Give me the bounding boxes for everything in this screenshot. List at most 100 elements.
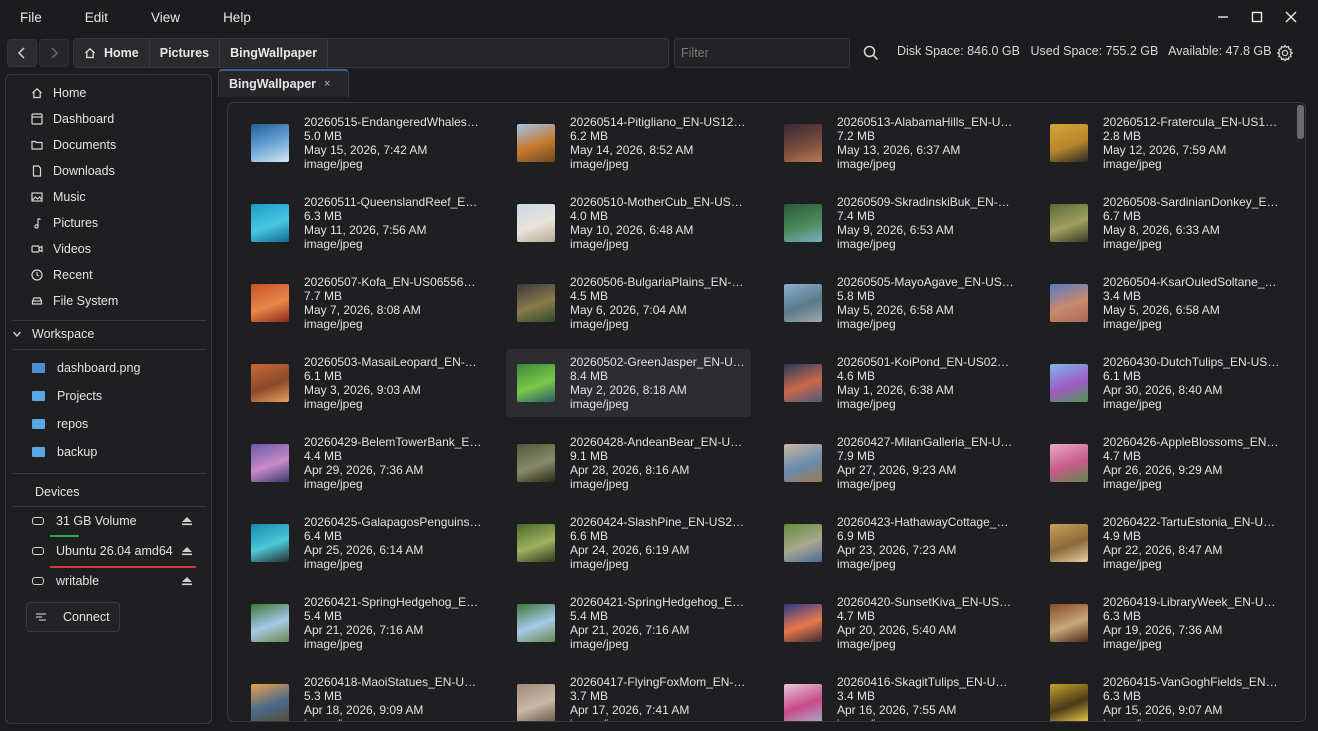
eject-icon[interactable] — [181, 576, 193, 586]
file-tile[interactable]: 20260416-SkagitTulips_EN-US12.jpg3.4 MBA… — [773, 669, 1018, 721]
filter-input[interactable] — [681, 46, 843, 60]
file-tile[interactable]: 20260509-SkradinskiBuk_EN-US.jpg 7.4 MB Ma… — [773, 189, 1018, 257]
vertical-scrollbar[interactable] — [1297, 105, 1304, 139]
sidebar-item-file-system[interactable]: File System — [6, 289, 211, 313]
file-meta: 20260422-TartuEstonia_EN-US.jpg 4.9 MB Apr… — [1103, 515, 1281, 571]
sidebar-item-music[interactable]: Music — [6, 185, 211, 209]
file-tile[interactable]: 20260420-SunsetKiva_EN-US123.jpg4.7 MBAp… — [773, 589, 1018, 657]
file-tile[interactable]: 20260506-BulgariaPlains_EN-US.jpg 4.5 MB M… — [506, 269, 751, 337]
file-tile[interactable]: 20260429-BelemTowerBank_EN-US.jpg4.4 MBA… — [240, 429, 485, 497]
maximize-button[interactable] — [1240, 0, 1274, 34]
file-type: image/jpeg — [1103, 637, 1162, 651]
sidebar-divider — [12, 506, 206, 507]
image-thumbnail — [251, 684, 289, 721]
image-thumbnail — [517, 204, 555, 242]
file-tile[interactable]: 20260508-SardinianDonkey_EN-US.jpg6.7 MB… — [1039, 189, 1284, 257]
file-name: 20260502-GreenJasper_EN-US123.jpg — [570, 355, 748, 369]
file-tile[interactable]: 20260512-Fratercula_EN-US12345.jpg2.8 MB… — [1039, 109, 1284, 177]
sidebar-item-documents[interactable]: Documents — [6, 133, 211, 157]
file-size: 5.0 MB — [304, 129, 343, 143]
file-type: image/jpeg — [304, 157, 363, 171]
image-thumbnail — [784, 604, 822, 642]
file-tile[interactable]: 20260415-VanGoghFields_EN-US.jpg6.3 MBAp… — [1039, 669, 1284, 721]
breadcrumb-pictures[interactable]: Pictures — [149, 39, 221, 67]
file-tile[interactable]: 20260419-LibraryWeek_EN-US12.jpg6.3 MBAp… — [1039, 589, 1284, 657]
search-button[interactable] — [858, 40, 884, 66]
settings-button[interactable] — [1272, 40, 1298, 66]
disk-space: Disk Space: 846.0 GB — [897, 44, 1020, 58]
file-tile[interactable]: 20260418-MaoiStatues_EN-US12.jpg5.3 MBAp… — [240, 669, 485, 721]
file-tile[interactable]: 20260424-SlashPine_EN-US2345.jpg6.6 MBAp… — [506, 509, 751, 577]
file-tile[interactable]: 20260514-Pitigliano_EN-US12345.jpg6.2 MB… — [506, 109, 751, 177]
file-type: image/jpeg — [837, 237, 896, 251]
menu-file[interactable]: File — [0, 10, 57, 25]
file-tile[interactable]: 20260504-KsarOuledSoltane_EN.jpg 3.4 MB Ma… — [1039, 269, 1284, 337]
file-tile[interactable]: 20260426-AppleBlossoms_EN-US.jpg4.7 MBAp… — [1039, 429, 1284, 497]
workspace-item-backup[interactable]: backup — [6, 440, 211, 464]
file-tile[interactable]: 20260511-QueenslandReef_EN-US.jpg6.3 MBM… — [240, 189, 485, 257]
file-type: image/jpeg — [1103, 157, 1162, 171]
image-thumbnail — [1050, 124, 1088, 162]
sidebar-item-home[interactable]: Home — [6, 81, 211, 105]
sidebar-item-recent[interactable]: Recent — [6, 263, 211, 287]
file-tile[interactable]: 20260510-MotherCub_EN-US12345.jpg4.0 MBM… — [506, 189, 751, 257]
close-icon — [1285, 11, 1297, 23]
menu-view[interactable]: View — [123, 10, 195, 25]
file-tile[interactable]: 20260417-FlyingFoxMom_EN-US.jpg3.7 MBApr… — [506, 669, 751, 721]
disk-info: Disk Space: 846.0 GB Used Space: 755.2 G… — [897, 44, 1278, 58]
file-name: 20260424-SlashPine_EN-US2345.jpg — [570, 515, 748, 529]
file-tile[interactable]: 20260505-MayoAgave_EN-US123.jpg5.8 MBMay… — [773, 269, 1018, 337]
minimize-button[interactable] — [1206, 0, 1240, 34]
menu-edit[interactable]: Edit — [57, 10, 123, 25]
forward-button[interactable] — [39, 39, 69, 67]
close-tab-icon[interactable]: × — [324, 78, 330, 90]
tab-bingwallpaper[interactable]: BingWallpaper × — [218, 69, 349, 97]
file-date: Apr 20, 2026, 5:40 AM — [837, 623, 957, 637]
file-tile[interactable]: 20260422-TartuEstonia_EN-US.jpg 4.9 MB Apr… — [1039, 509, 1284, 577]
breadcrumb-home[interactable]: Home — [74, 39, 150, 67]
connect-button[interactable]: Connect — [26, 602, 120, 632]
chevron-down-icon — [12, 331, 22, 338]
file-meta: 20260421-SpringHedgehog_EN-US.jpg5.4 MBA… — [304, 595, 482, 651]
workspace-header[interactable]: Workspace — [6, 322, 211, 346]
chevron-left-icon — [17, 47, 25, 59]
device-31gb-volume[interactable]: 31 GB Volume — [6, 509, 211, 533]
file-tile[interactable]: 20260507-Kofa_EN-US06556123.jpg7.7 MBMay… — [240, 269, 485, 337]
sidebar-item-videos[interactable]: Videos — [6, 237, 211, 261]
file-tile[interactable]: 20260428-AndeanBear_EN-US123.jpg9.1 MBAp… — [506, 429, 751, 497]
file-type: image/jpeg — [304, 717, 482, 721]
file-size: 6.3 MB — [1103, 689, 1142, 703]
image-thumbnail — [784, 364, 822, 402]
file-tile[interactable]: 20260427-MilanGalleria_EN-US123.jpg7.9 M… — [773, 429, 1018, 497]
device-writable[interactable]: writable — [6, 569, 211, 593]
back-button[interactable] — [7, 39, 37, 67]
menu-help[interactable]: Help — [195, 10, 266, 25]
file-tile[interactable]: 20260430-DutchTulips_EN-US123.jpg6.1 MBA… — [1039, 349, 1284, 417]
image-thumbnail — [251, 124, 289, 162]
breadcrumb-bingwallpaper[interactable]: BingWallpaper — [220, 39, 329, 67]
workspace-item-projects[interactable]: Projects — [6, 384, 211, 408]
filter-field[interactable] — [674, 38, 850, 68]
file-meta: 20260513-AlabamaHills_EN-US.jpg 7.2 MB May… — [837, 115, 1015, 171]
file-tile[interactable]: 20260515-EndangeredWhales_EN-US.jpg5.0 M… — [240, 109, 485, 177]
device-ubuntu-26-04[interactable]: Ubuntu 26.04 amd64 — [6, 539, 211, 563]
workspace-item-repos[interactable]: repos — [6, 412, 211, 436]
sidebar-item-downloads[interactable]: Downloads — [6, 159, 211, 183]
file-date: Apr 21, 2026, 7:16 AM — [304, 623, 424, 637]
sidebar-item-pictures[interactable]: Pictures — [6, 211, 211, 235]
eject-icon[interactable] — [181, 546, 193, 556]
file-tile[interactable]: 20260513-AlabamaHills_EN-US.jpg 7.2 MB May… — [773, 109, 1018, 177]
file-tile[interactable]: 20260423-HathawayCottage_EN.jpg 6.9 MB Apr… — [773, 509, 1018, 577]
eject-icon[interactable] — [181, 516, 193, 526]
file-tile[interactable]: 20260501-KoiPond_EN-US0212.jpg 4.6 MB May … — [773, 349, 1018, 417]
file-type: image/jpeg — [570, 237, 629, 251]
file-tile[interactable]: 20260503-MasaiLeopard_EN-US.jpg 6.1 MB May… — [240, 349, 485, 417]
close-window-button[interactable] — [1274, 0, 1308, 34]
sidebar-item-dashboard[interactable]: Dashboard — [6, 107, 211, 131]
file-tile[interactable]: 20260421-SpringHedgehog_EN-US.jpg5.4 MBA… — [506, 589, 751, 657]
file-tile[interactable]: 20260421-SpringHedgehog_EN-US.jpg5.4 MBA… — [240, 589, 485, 657]
workspace-item-dashboard-png[interactable]: dashboard.png — [6, 356, 211, 380]
file-tile[interactable]: 20260425-GalapagosPenguins_EN.jpg6.4 MBA… — [240, 509, 485, 577]
file-tile[interactable]: 20260502-GreenJasper_EN-US123.jpg8.4 MBM… — [506, 349, 751, 417]
home-icon — [32, 87, 42, 99]
